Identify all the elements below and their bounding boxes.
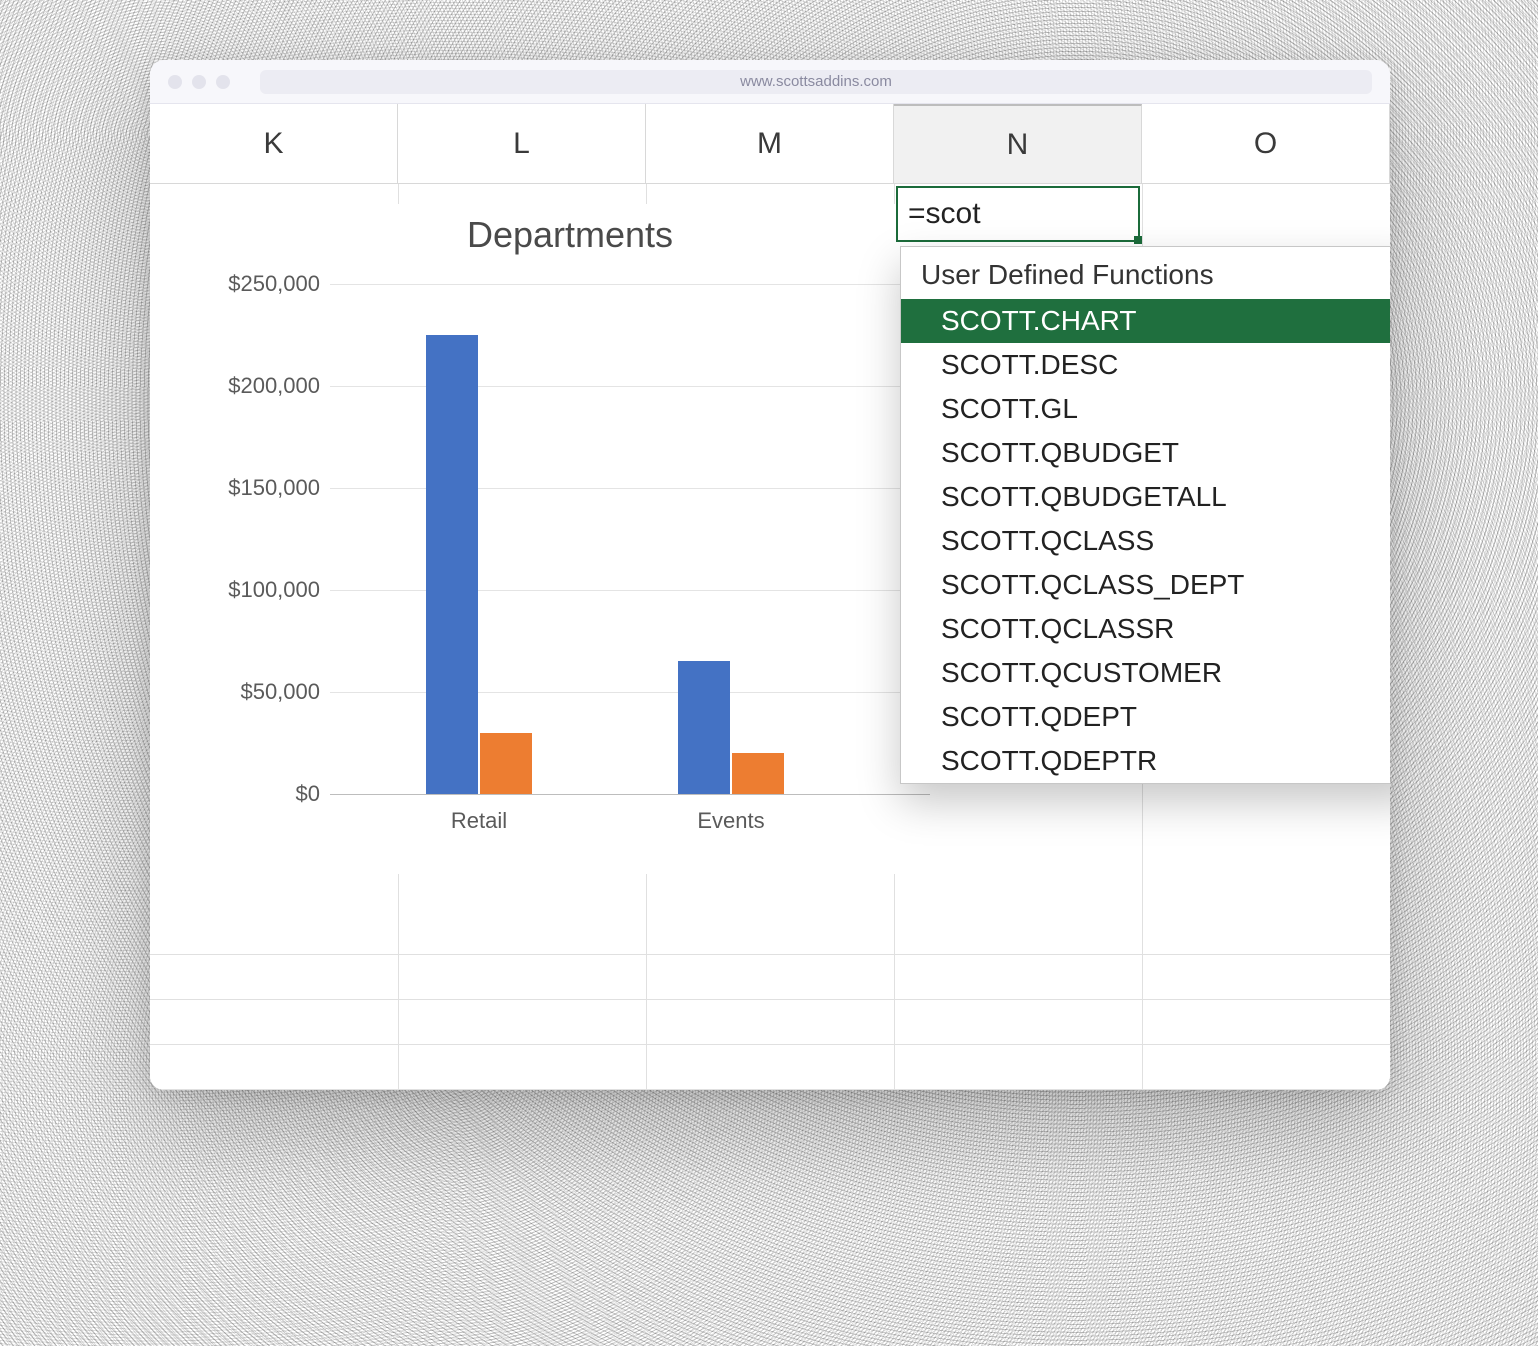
autocomplete-item[interactable]: SCOTT.QCLASSR <box>901 607 1390 651</box>
y-tick: $150,000 <box>228 475 320 501</box>
chart-plot-area: $250,000 $200,000 $150,000 $100,000 $50,… <box>330 284 930 794</box>
chart: Departments $250,000 $200,000 $150,000 $… <box>190 204 950 874</box>
y-tick: $200,000 <box>228 373 320 399</box>
autocomplete-item[interactable]: SCOTT.QDEPTR <box>901 739 1390 783</box>
col-header-N[interactable]: N <box>894 104 1142 184</box>
autocomplete-item[interactable]: SCOTT.GL <box>901 387 1390 431</box>
autocomplete-item[interactable]: SCOTT.QCUSTOMER <box>901 651 1390 695</box>
chart-title: Departments <box>190 214 950 256</box>
spreadsheet-area[interactable]: K L M N O Departments $250,000 $200,0 <box>150 104 1390 1090</box>
bar-retail-s1 <box>426 335 478 794</box>
active-cell-value: =scot <box>908 197 981 231</box>
autocomplete-header: User Defined Functions <box>901 247 1390 299</box>
autocomplete-item[interactable]: SCOTT.QBUDGETALL <box>901 475 1390 519</box>
address-bar-text: www.scottsaddins.com <box>740 73 892 90</box>
col-header-K[interactable]: K <box>150 104 398 184</box>
x-label-events: Events <box>697 808 764 834</box>
column-headers: K L M N O <box>150 104 1390 184</box>
browser-titlebar: www.scottsaddins.com <box>150 60 1390 104</box>
bar-retail-s2 <box>480 733 532 794</box>
browser-window: www.scottsaddins.com K L M N O Departmen… <box>150 60 1390 1090</box>
active-cell[interactable]: =scot <box>896 186 1140 242</box>
autocomplete-item[interactable]: SCOTT.QDEPT <box>901 695 1390 739</box>
window-minimize-icon[interactable] <box>192 75 206 89</box>
autocomplete-item[interactable]: SCOTT.QBUDGET <box>901 431 1390 475</box>
autocomplete-item[interactable]: SCOTT.CHART <box>901 299 1390 343</box>
autocomplete-item[interactable]: SCOTT.QCLASS_DEPT <box>901 563 1390 607</box>
bar-events-s1 <box>678 661 730 794</box>
autocomplete-item[interactable]: SCOTT.DESC <box>901 343 1390 387</box>
y-tick: $0 <box>296 781 320 807</box>
x-label-retail: Retail <box>451 808 507 834</box>
col-header-O[interactable]: O <box>1142 104 1390 184</box>
bar-events-s2 <box>732 753 784 794</box>
window-close-icon[interactable] <box>168 75 182 89</box>
y-tick: $50,000 <box>240 679 320 705</box>
window-controls <box>168 75 230 89</box>
address-bar[interactable]: www.scottsaddins.com <box>260 70 1372 94</box>
autocomplete-item[interactable]: SCOTT.QCLASS <box>901 519 1390 563</box>
y-tick: $250,000 <box>228 271 320 297</box>
col-header-M[interactable]: M <box>646 104 894 184</box>
y-tick: $100,000 <box>228 577 320 603</box>
window-zoom-icon[interactable] <box>216 75 230 89</box>
formula-autocomplete: User Defined Functions SCOTT.CHART SCOTT… <box>900 246 1390 784</box>
col-header-L[interactable]: L <box>398 104 646 184</box>
